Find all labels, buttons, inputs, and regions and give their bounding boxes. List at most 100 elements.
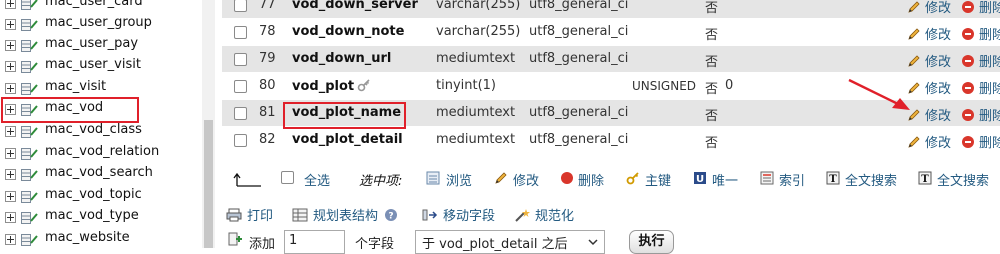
index-button[interactable]: 索引 — [779, 170, 805, 189]
edit-link[interactable]: 修改 — [907, 24, 951, 43]
expand-icon[interactable] — [5, 40, 16, 51]
edit-link[interactable]: 修改 — [907, 0, 951, 16]
delete-label[interactable]: 删除 — [979, 51, 1000, 70]
expand-icon[interactable] — [5, 83, 16, 94]
expand-icon[interactable] — [5, 191, 16, 202]
nav-table-label[interactable]: mac_vod_class — [45, 122, 142, 137]
delete-link[interactable]: 删除 — [962, 24, 1000, 43]
delete-label[interactable]: 删除 — [979, 0, 1000, 16]
table-row: 82 vod_plot_detail mediumtext utf8_gener… — [222, 127, 1000, 154]
svg-text:T: T — [921, 174, 929, 185]
field-name: vod_down_url — [292, 51, 392, 66]
row-number: 79 — [259, 51, 276, 66]
edit-link[interactable]: 修改 — [907, 132, 951, 151]
nav-table-item[interactable]: mac_user_pay — [0, 35, 200, 56]
unique-button[interactable]: 唯一 — [712, 170, 738, 189]
nav-table-label[interactable]: mac_vod_search — [45, 165, 153, 180]
delete-link[interactable]: 删除 — [962, 51, 1000, 70]
expand-icon[interactable] — [5, 169, 16, 180]
nav-table-item[interactable]: mac_user_card — [0, 0, 200, 14]
browse-icon — [426, 171, 440, 185]
nav-table-item[interactable]: mac_vod_class — [0, 121, 200, 142]
nav-table-item[interactable]: mac_vod_topic — [0, 186, 200, 207]
edit-label[interactable]: 修改 — [925, 51, 951, 70]
expand-icon[interactable] — [5, 212, 16, 223]
move-columns-label[interactable]: 移动字段 — [443, 205, 495, 224]
nav-table-label[interactable]: mac_vod_topic — [45, 187, 142, 202]
expand-icon[interactable] — [5, 19, 16, 30]
nav-table-item[interactable]: mac_visit — [0, 78, 200, 99]
edit-label[interactable]: 修改 — [925, 132, 951, 151]
field-type: mediumtext — [436, 132, 516, 147]
bulk-action-bar: 全选 选中项: 浏览 修改 删除 主键 U 唯一 索引 T 全文搜索 T 全文搜… — [222, 158, 1000, 200]
nav-table-item[interactable]: mac_user_group — [0, 14, 200, 35]
check-all-label[interactable]: 全选 — [304, 170, 330, 189]
nav-table-item[interactable]: mac_vod_type — [0, 207, 200, 228]
normalize-button[interactable]: 规范化 — [514, 205, 574, 224]
svg-text:U: U — [696, 174, 704, 185]
print-button[interactable]: 打印 — [226, 205, 273, 224]
expand-icon[interactable] — [5, 61, 16, 72]
row-checkbox[interactable] — [234, 107, 247, 120]
expand-icon[interactable] — [5, 234, 16, 245]
row-checkbox[interactable] — [234, 53, 247, 66]
primary-key-button[interactable]: 主键 — [645, 170, 671, 189]
annotation-arrow-icon — [848, 78, 910, 110]
nav-table-item[interactable]: mac_user_visit — [0, 56, 200, 77]
delete-label[interactable]: 删除 — [979, 24, 1000, 43]
nav-scrollbar[interactable] — [202, 0, 215, 248]
check-all-checkbox[interactable] — [281, 171, 294, 184]
field-name-text: vod_plot — [292, 79, 355, 94]
propose-structure-label[interactable]: 规划表结构 — [313, 205, 378, 224]
expand-icon[interactable] — [5, 148, 16, 159]
edit-link[interactable]: 修改 — [907, 51, 951, 70]
nav-table-label[interactable]: mac_user_card — [45, 0, 143, 9]
row-checkbox[interactable] — [234, 134, 247, 147]
go-button[interactable]: 执行 — [629, 230, 674, 254]
index-icon — [760, 171, 774, 185]
edit-label[interactable]: 修改 — [925, 78, 951, 97]
print-label[interactable]: 打印 — [247, 205, 273, 224]
nav-table-item[interactable]: mac_vod_search — [0, 164, 200, 185]
browse-button[interactable]: 浏览 — [446, 170, 472, 189]
nav-table-item[interactable]: mac_website — [0, 229, 200, 248]
delete-label[interactable]: 删除 — [979, 78, 1000, 97]
fulltext-button[interactable]: 全文搜索 — [845, 170, 897, 189]
delete-link[interactable]: 删除 — [962, 0, 1000, 16]
fulltext-button-2[interactable]: 全文搜索 — [937, 170, 989, 189]
nav-table-label[interactable]: mac_vod_type — [45, 208, 139, 223]
edit-label[interactable]: 修改 — [925, 0, 951, 16]
help-icon[interactable]: ? — [384, 208, 398, 222]
delete-icon — [561, 172, 573, 184]
position-select[interactable]: 于 vod_plot_detail 之后 — [415, 230, 605, 254]
nav-table-label[interactable]: mac_website — [45, 230, 130, 245]
delete-label[interactable]: 删除 — [979, 132, 1000, 151]
edit-label[interactable]: 修改 — [925, 105, 951, 124]
row-checkbox[interactable] — [234, 80, 247, 93]
expand-icon[interactable] — [5, 126, 16, 137]
field-count-input[interactable]: 1 — [284, 230, 345, 254]
nav-table-label[interactable]: mac_user_pay — [45, 36, 138, 51]
nav-table-item[interactable]: mac_vod_relation — [0, 143, 200, 164]
delete-link[interactable]: 删除 — [962, 78, 1000, 97]
delete-icon — [962, 27, 974, 40]
row-number: 77 — [259, 0, 276, 12]
nav-table-label[interactable]: mac_user_group — [45, 15, 152, 30]
delete-link[interactable]: 删除 — [962, 105, 1000, 124]
row-checkbox[interactable] — [234, 0, 247, 12]
move-columns-button[interactable]: 移动字段 — [422, 205, 495, 224]
delete-link[interactable]: 删除 — [962, 132, 1000, 151]
edit-label[interactable]: 修改 — [925, 24, 951, 43]
nav-table-label[interactable]: mac_user_visit — [45, 57, 141, 72]
bulk-delete-button[interactable]: 删除 — [578, 170, 604, 189]
nav-table-label[interactable]: mac_vod_relation — [45, 144, 159, 159]
propose-structure-button[interactable]: 规划表结构 ? — [292, 205, 403, 224]
delete-label[interactable]: 删除 — [979, 105, 1000, 124]
scrollbar-thumb[interactable] — [204, 120, 213, 248]
expand-icon[interactable] — [5, 0, 16, 9]
row-checkbox[interactable] — [234, 26, 247, 39]
row-number: 81 — [259, 105, 276, 120]
normalize-label[interactable]: 规范化 — [535, 205, 574, 224]
nav-table-label[interactable]: mac_visit — [45, 79, 106, 94]
bulk-edit-button[interactable]: 修改 — [513, 170, 539, 189]
